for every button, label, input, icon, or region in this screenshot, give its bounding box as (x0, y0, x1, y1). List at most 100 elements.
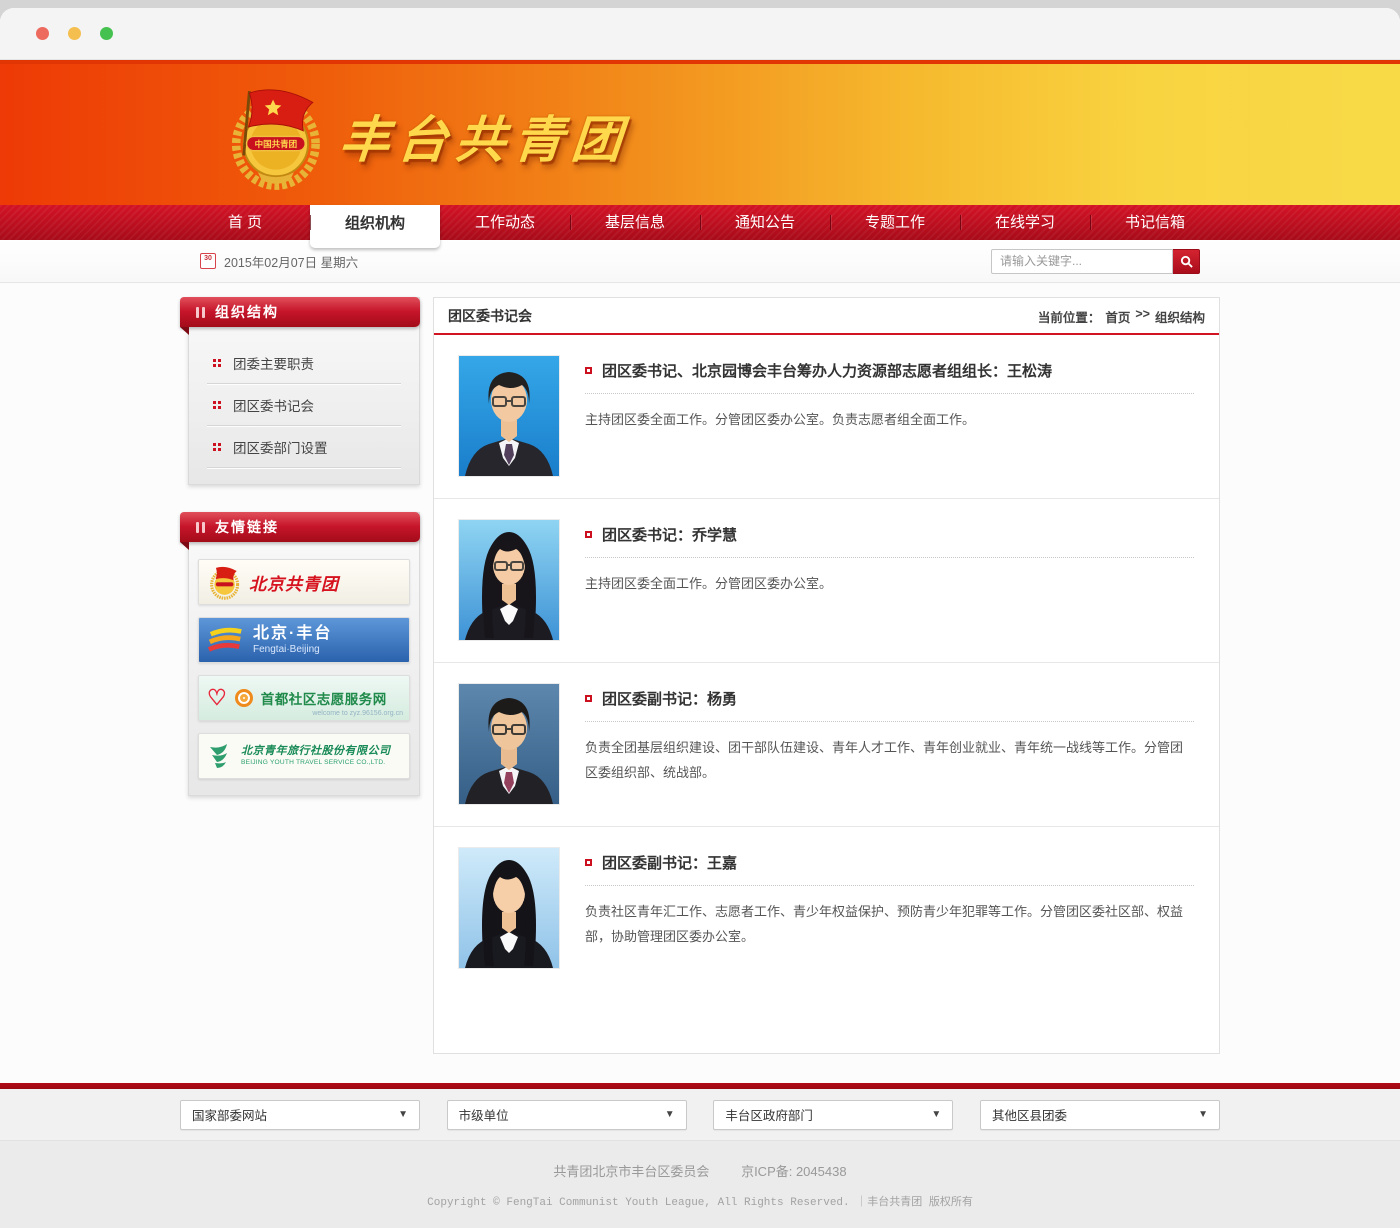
window-titlebar (0, 8, 1400, 60)
dropdown-city-units[interactable]: 市级单位 ▼ (447, 1100, 687, 1130)
page-title: 团区委书记会 (448, 306, 532, 326)
breadcrumb-home-link[interactable]: 首页 (1105, 307, 1130, 326)
nav-item-announcements[interactable]: 通知公告 (700, 205, 830, 240)
person-title: 团区委副书记：王嘉 (602, 852, 737, 873)
ribbon-bars-icon (196, 522, 205, 533)
dropdown-label: 国家部委网站 (192, 1105, 267, 1124)
nav-item-secretary-mailbox[interactable]: 书记信箱 (1090, 205, 1220, 240)
person-entry: 团区委书记、北京园博会丰台筹办人力资源部志愿者组组长：王松涛 主持团区委全面工作… (434, 335, 1219, 498)
ribbon-bars-icon (196, 307, 205, 318)
nav-item-grassroots-info[interactable]: 基层信息 (570, 205, 700, 240)
fengtai-flag-logo-icon (207, 625, 245, 655)
footer-copyright-line: Copyright © FengTai Communist Youth Leag… (0, 1193, 1400, 1209)
person-entry: 团区委副书记：杨勇 负责全团基层组织建设、团干部队伍建设、青年人才工作、青年创业… (434, 662, 1219, 826)
person-description: 负责全团基层组织建设、团干部队伍建设、青年人才工作、青年创业就业、青年统一战线等… (585, 735, 1194, 786)
banner-subtitle: Fengtai·Beijing (253, 644, 332, 657)
person-description: 主持团区委全面工作。分管团区委办公室。 (585, 571, 1194, 596)
sidebar-item-committee-duties[interactable]: 团委主要职责 (207, 342, 401, 384)
person-description: 负责社区青年汇工作、志愿者工作、青少年权益保护、预防青少年犯罪等工作。分管团区委… (585, 899, 1194, 950)
chevron-down-icon: ▼ (931, 1109, 941, 1120)
youth-league-emblem-icon: 中国共青团 (222, 80, 326, 192)
sidebar-item-department-setup[interactable]: 团区委部门设置 (207, 426, 401, 468)
sidebar-links-box: 友情链接 北京共青团 (188, 512, 420, 796)
info-bar: 30 2015年02月07日 星期六 (0, 240, 1400, 283)
chevron-down-icon: ▼ (665, 1109, 675, 1120)
dropdown-label: 丰台区政府部门 (725, 1105, 813, 1124)
person-title: 团区委副书记：杨勇 (602, 688, 737, 709)
dropdown-fengtai-government[interactable]: 丰台区政府部门 ▼ (713, 1100, 953, 1130)
calendar-icon: 30 (200, 253, 216, 269)
volunteer-badge-icon (235, 689, 253, 707)
person-entry: 团区委副书记：王嘉 负责社区青年汇工作、志愿者工作、青少年权益保护、预防青少年犯… (434, 826, 1219, 990)
search-icon (1180, 255, 1193, 268)
footer-copyright-en: Copyright © FengTai Communist Youth Leag… (427, 1197, 849, 1209)
nav-item-home[interactable]: 首 页 (180, 205, 310, 240)
page-content: 组织结构 团委主要职责 团区委书记会 团区委部门设置 (0, 283, 1400, 1083)
browser-window: 中国共青团 丰台共青团 首 页 组织机构 工作动态 基层信息 通知公告 专题工作… (0, 8, 1400, 1228)
person-title: 团区委书记：乔学慧 (602, 524, 737, 545)
footer-icp-number: 京ICP备: 2045438 (741, 1164, 847, 1179)
breadcrumb: 当前位置： 首页 >> 组织结构 (1038, 307, 1205, 326)
main-panel-header: 团区委书记会 当前位置： 首页 >> 组织结构 (434, 298, 1219, 335)
banner-title: 北京青年旅行社股份有限公司 (241, 745, 391, 759)
sidebar-links-title: 友情链接 (215, 517, 279, 537)
sidebar-menu-title: 组织结构 (215, 302, 279, 322)
sidebar-item-label: 团委主要职责 (233, 353, 314, 373)
person-photo (459, 520, 559, 640)
site-header: 中国共青团 丰台共青团 (0, 60, 1400, 205)
person-photo (459, 684, 559, 804)
red-square-bullet-icon (585, 531, 592, 538)
link-banner-fengtai-beijing[interactable]: 北京·丰台 Fengtai·Beijing (198, 617, 410, 663)
dropdown-label: 市级单位 (459, 1105, 509, 1124)
person-photo (459, 848, 559, 968)
link-banner-volunteer-service[interactable]: ♡ 首都社区志愿服务网 welcome to zyz.96156.org.cn (198, 675, 410, 721)
banner-subtitle: welcome to zyz.96156.org.cn (312, 710, 403, 717)
sidebar-item-label: 团区委书记会 (233, 395, 314, 415)
search-input[interactable] (991, 249, 1173, 274)
sidebar-menu-box: 组织结构 团委主要职责 团区委书记会 团区委部门设置 (188, 297, 420, 485)
breadcrumb-current: 组织结构 (1155, 307, 1205, 326)
site-name: 丰台共青团 (337, 100, 633, 172)
search-button[interactable] (1173, 249, 1200, 274)
youth-league-emblem-icon (207, 564, 241, 600)
banner-title: 首都社区志愿服务网 (261, 688, 387, 708)
red-square-bullet-icon (585, 367, 592, 374)
window-minimize-button[interactable] (68, 27, 81, 40)
link-banner-beijing-youth-league[interactable]: 北京共青团 (198, 559, 410, 605)
link-banner-youth-travel-service[interactable]: 北京青年旅行社股份有限公司 BEIJING YOUTH TRAVEL SERVI… (198, 733, 410, 779)
page-footer: 共青团北京市丰台区委员会 京ICP备: 2045438 Copyright © … (0, 1141, 1400, 1228)
date-display: 30 2015年02月07日 星期六 (200, 252, 358, 271)
banner-title: 北京共青团 (249, 570, 339, 595)
site-logo[interactable]: 中国共青团 丰台共青团 (180, 64, 1220, 192)
sidebar-menu-header: 组织结构 (180, 297, 420, 327)
breadcrumb-label: 当前位置： (1038, 307, 1101, 326)
chevron-down-icon: ▼ (398, 1109, 408, 1120)
emblem-banner-text: 中国共青团 (255, 139, 298, 149)
main-nav: 首 页 组织机构 工作动态 基层信息 通知公告 专题工作 在线学习 书记信箱 (0, 205, 1400, 240)
red-square-bullet-icon (585, 859, 592, 866)
main-panel: 团区委书记会 当前位置： 首页 >> 组织结构 (433, 297, 1220, 1054)
dropdown-national-ministries[interactable]: 国家部委网站 ▼ (180, 1100, 420, 1130)
sidebar: 组织结构 团委主要职责 团区委书记会 团区委部门设置 (180, 297, 420, 1054)
dropdown-other-district-committees[interactable]: 其他区县团委 ▼ (980, 1100, 1220, 1130)
heart-icon: ♡ (207, 687, 227, 709)
nav-item-special-topics[interactable]: 专题工作 (830, 205, 960, 240)
footer-copyright-cn: ｜丰台共青团 版权所有 (856, 1197, 973, 1209)
link-dropdown-bar: 国家部委网站 ▼ 市级单位 ▼ 丰台区政府部门 ▼ 其他区县团委 ▼ (0, 1089, 1400, 1141)
nav-item-work-news[interactable]: 工作动态 (440, 205, 570, 240)
red-square-bullet-icon (585, 695, 592, 702)
window-zoom-button[interactable] (100, 27, 113, 40)
bullet-squares-icon (213, 443, 221, 451)
sidebar-links-header: 友情链接 (180, 512, 420, 542)
travel-service-logo-icon (207, 741, 233, 771)
sidebar-item-secretary-meeting[interactable]: 团区委书记会 (207, 384, 401, 426)
footer-org-name: 共青团北京市丰台区委员会 (553, 1164, 709, 1179)
bullet-squares-icon (213, 401, 221, 409)
person-title: 团区委书记、北京园博会丰台筹办人力资源部志愿者组组长：王松涛 (602, 360, 1052, 381)
window-close-button[interactable] (36, 27, 49, 40)
footer-org-line: 共青团北京市丰台区委员会 京ICP备: 2045438 (0, 1161, 1400, 1180)
banner-title: 北京·丰台 (253, 624, 332, 644)
nav-item-online-learning[interactable]: 在线学习 (960, 205, 1090, 240)
nav-item-organization[interactable]: 组织机构 (310, 205, 440, 248)
sidebar-item-label: 团区委部门设置 (233, 437, 328, 457)
